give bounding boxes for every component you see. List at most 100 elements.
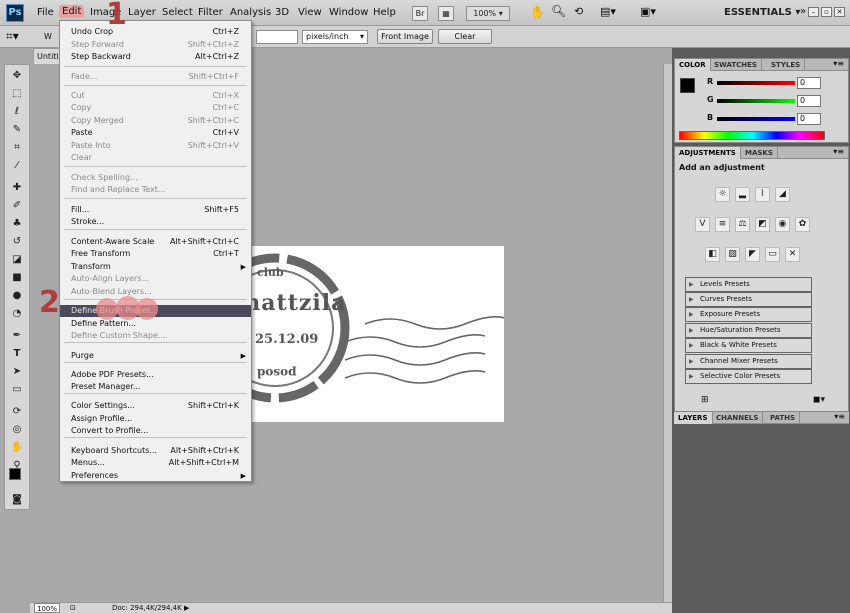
foreground-color-swatch[interactable]	[9, 468, 21, 480]
eyedropper-tool-icon[interactable]: ⁄	[9, 159, 25, 173]
black-white-icon[interactable]: ◩	[755, 217, 770, 232]
photo-filter-icon[interactable]: ◉	[775, 217, 790, 232]
invert-icon[interactable]: ◧	[705, 247, 720, 262]
quick-mask-icon[interactable]: ◙	[9, 493, 25, 507]
tab-masks[interactable]: MASKS	[741, 147, 778, 159]
preset-selective-color[interactable]: Selective Color Presets	[685, 369, 812, 384]
preset-exposure[interactable]: Exposure Presets	[685, 307, 812, 322]
menu-item-transform[interactable]: Transform ▶	[60, 261, 251, 273]
marquee-tool-icon[interactable]: ⬚	[9, 87, 25, 101]
type-tool-icon[interactable]: T	[9, 347, 25, 361]
preset-hue-saturation[interactable]: Hue/Saturation Presets	[685, 323, 812, 338]
tab-color[interactable]: COLOR	[675, 59, 711, 71]
close-icon[interactable]: ✕	[834, 7, 845, 17]
move-tool-icon[interactable]: ✥	[9, 69, 25, 83]
clip-to-layer-icon[interactable]: ⊞	[701, 395, 709, 405]
blur-tool-icon[interactable]: ●	[9, 289, 25, 303]
preset-curves[interactable]: Curves Presets	[685, 292, 812, 307]
restore-icon[interactable]: ▫	[821, 7, 832, 17]
crop-tool-preset-icon[interactable]: ⌗▾	[6, 29, 19, 44]
selective-color-icon[interactable]: ✕	[785, 247, 800, 262]
menu-3d[interactable]: 3D	[275, 7, 289, 18]
zoom-tool-icon[interactable]: 🔍︎	[551, 4, 566, 18]
menu-item-undo-crop[interactable]: Undo Crop Ctrl+Z	[60, 26, 251, 38]
gradient-tool-icon[interactable]: ■	[9, 271, 25, 285]
menu-item-stroke[interactable]: Stroke...	[60, 216, 251, 228]
gradient-map-icon[interactable]: ▭	[765, 247, 780, 262]
threshold-icon[interactable]: ◤	[745, 247, 760, 262]
hue-saturation-icon[interactable]: ≡	[715, 217, 730, 232]
tab-paths[interactable]: PATHS	[766, 412, 801, 424]
color-balance-icon[interactable]: ⚖	[735, 217, 750, 232]
brush-tool-icon[interactable]: ✐	[9, 199, 25, 213]
zoom-level-select[interactable]: 100% ▾	[466, 6, 510, 21]
preset-levels[interactable]: Levels Presets	[685, 277, 812, 292]
channel-mixer-icon[interactable]: ✿	[795, 217, 810, 232]
menu-item-menus[interactable]: Menus... Alt+Shift+Ctrl+M	[60, 457, 251, 469]
screen-mode-icon[interactable]: ▣▾	[640, 5, 656, 18]
posterize-icon[interactable]: ▨	[725, 247, 740, 262]
menu-filter[interactable]: Filter	[198, 7, 223, 18]
menu-item-keyboard-shortcuts[interactable]: Keyboard Shortcuts... Alt+Shift+Ctrl+K	[60, 445, 251, 457]
workspace-switcher[interactable]: ESSENTIALS ▾	[724, 7, 800, 18]
exposure-icon[interactable]: ◢	[775, 187, 790, 202]
front-image-button[interactable]: Front Image	[377, 29, 433, 44]
3d-rotate-tool-icon[interactable]: ⟳	[9, 405, 25, 419]
document-vertical-scrollbar[interactable]	[663, 64, 672, 602]
preset-black-white[interactable]: Black & White Presets	[685, 338, 812, 353]
color-spectrum-ramp[interactable]	[679, 131, 825, 140]
menu-item-purge[interactable]: Purge ▶	[60, 350, 251, 362]
clone-stamp-tool-icon[interactable]: ♣	[9, 217, 25, 231]
rotate-view-icon[interactable]: ⟲	[574, 5, 583, 18]
shape-tool-icon[interactable]: ▭	[9, 383, 25, 397]
menu-edit[interactable]: Edit	[59, 5, 85, 18]
dodge-tool-icon[interactable]: ◔	[9, 307, 25, 321]
menu-item-color-settings[interactable]: Color Settings... Shift+Ctrl+K	[60, 400, 251, 412]
menu-view[interactable]: View	[298, 7, 322, 18]
menu-layer[interactable]: Layer	[128, 7, 156, 18]
menu-item-fill[interactable]: Fill... Shift+F5	[60, 204, 251, 216]
tab-channels[interactable]: CHANNELS	[712, 412, 764, 424]
menu-item-content-aware-scale[interactable]: Content-Aware Scale Alt+Shift+Ctrl+C	[60, 236, 251, 248]
red-slider[interactable]	[717, 81, 795, 85]
menu-analysis[interactable]: Analysis	[230, 7, 271, 18]
red-value-input[interactable]: 0	[797, 77, 821, 89]
history-brush-tool-icon[interactable]: ↺	[9, 235, 25, 249]
menu-item-free-transform[interactable]: Free Transform Ctrl+T	[60, 248, 251, 260]
3d-orbit-tool-icon[interactable]: ◎	[9, 423, 25, 437]
panel-menu-icon[interactable]: ▾≡	[833, 147, 844, 156]
panel-options-icon[interactable]: ◼▾	[813, 395, 825, 405]
levels-icon[interactable]: ▂	[735, 187, 750, 202]
curves-icon[interactable]: ⌇	[755, 187, 770, 202]
menu-item-preset-manager[interactable]: Preset Manager...	[60, 381, 251, 393]
hand-tool-icon[interactable]: ✋	[9, 441, 25, 455]
menu-item-preferences[interactable]: Preferences ▶	[60, 470, 251, 482]
document-canvas[interactable]: club mattzila 25.12.09 posod	[237, 246, 504, 422]
workspace-extend-icon[interactable]: »	[800, 6, 806, 17]
blue-slider[interactable]	[717, 117, 795, 121]
crop-tool-icon[interactable]: ⌗	[9, 141, 25, 155]
pen-tool-icon[interactable]: ✒	[9, 329, 25, 343]
path-selection-tool-icon[interactable]: ➤	[9, 365, 25, 379]
healing-brush-tool-icon[interactable]: ✚	[9, 181, 25, 195]
green-value-input[interactable]: 0	[797, 95, 821, 107]
tab-swatches[interactable]: SWATCHES	[710, 59, 762, 71]
panel-menu-icon[interactable]: ▾≡	[834, 412, 845, 421]
foreground-color-box[interactable]	[680, 78, 695, 93]
green-slider[interactable]	[717, 99, 795, 103]
menu-item-define-pattern[interactable]: Define Pattern...	[60, 318, 251, 330]
minimize-icon[interactable]: –	[808, 7, 819, 17]
quick-selection-tool-icon[interactable]: ✎	[9, 123, 25, 137]
hand-tool-icon[interactable]: ✋	[530, 5, 545, 19]
tab-layers[interactable]: LAYERS	[674, 412, 713, 424]
menu-item-paste[interactable]: Paste Ctrl+V	[60, 127, 251, 139]
mini-bridge-icon[interactable]: ▦	[438, 6, 454, 21]
menu-help[interactable]: Help	[373, 7, 396, 18]
resolution-units-select[interactable]: pixels/inch ▾	[302, 30, 368, 44]
vibrance-icon[interactable]: V	[695, 217, 710, 232]
clear-button[interactable]: Clear	[438, 29, 492, 44]
status-menu-arrow-icon[interactable]: ▶	[184, 603, 189, 613]
blue-value-input[interactable]: 0	[797, 113, 821, 125]
brightness-contrast-icon[interactable]: ☼	[715, 187, 730, 202]
tab-styles[interactable]: STYLES	[767, 59, 806, 71]
